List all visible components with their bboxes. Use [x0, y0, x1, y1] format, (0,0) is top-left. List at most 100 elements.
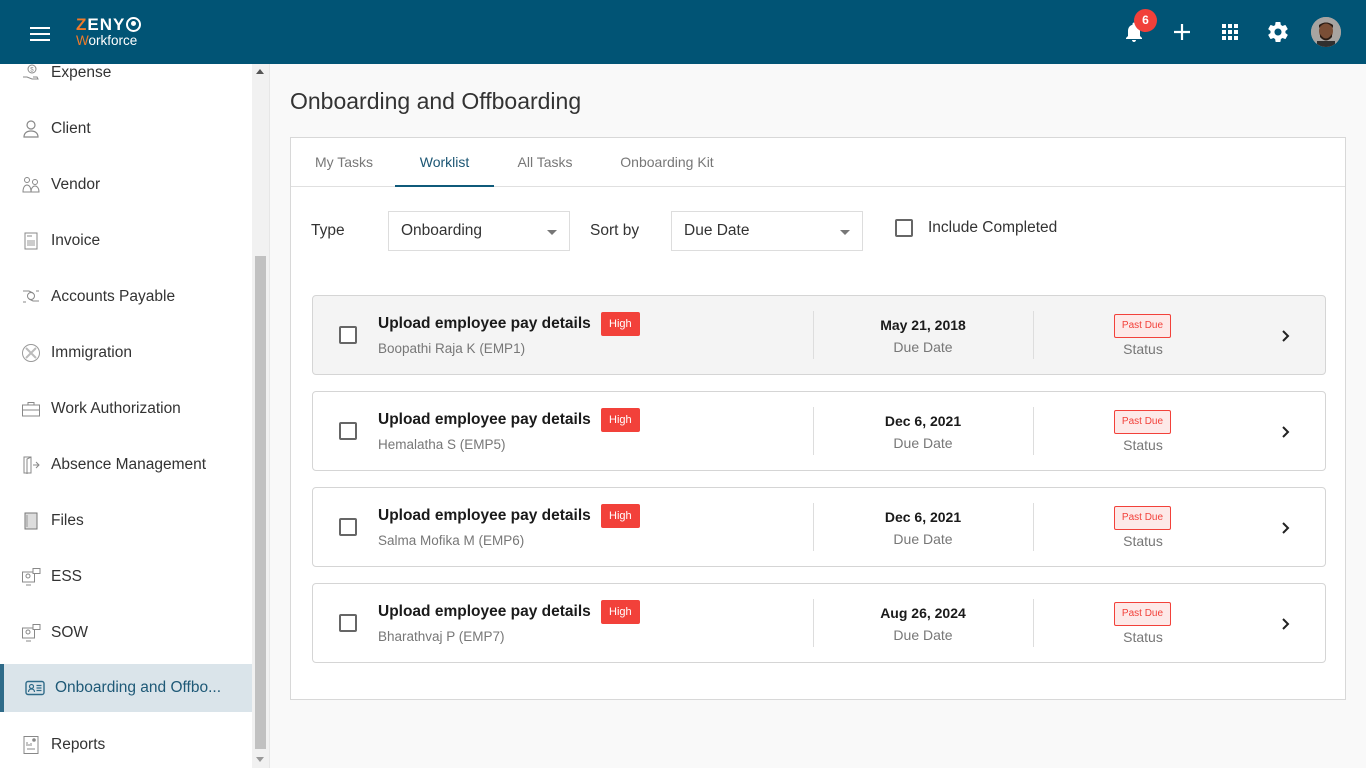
type-select-value: Onboarding	[401, 222, 483, 239]
sort-by-select-value: Due Date	[684, 222, 750, 239]
task-employee: Boopathi Raja K (EMP1)	[378, 341, 526, 356]
logo-text-orkforce: orkforce	[88, 33, 138, 48]
sidebar-item-immigration[interactable]: Immigration	[0, 329, 252, 377]
status-label: Status	[1123, 629, 1163, 645]
sidebar-item-ess[interactable]: ESS	[0, 553, 252, 601]
apps-grid-icon[interactable]	[1218, 20, 1242, 44]
sidebar-item-onboarding-and-offboarding[interactable]: Onboarding and Offbo...	[0, 664, 252, 712]
type-select[interactable]: Onboarding	[388, 211, 570, 251]
tab-my-tasks[interactable]: My Tasks	[305, 138, 383, 187]
priority-badge: High	[601, 408, 640, 432]
sidebar-item-label: Files	[51, 512, 84, 529]
status-label: Status	[1123, 341, 1163, 357]
expense-icon: $	[23, 64, 39, 80]
sidebar-item-label: ESS	[51, 568, 83, 585]
task-checkbox[interactable]	[339, 518, 357, 536]
sidebar-item-client[interactable]: Client	[0, 105, 252, 153]
tab-worklist[interactable]: Worklist	[395, 138, 494, 187]
chevron-right-icon[interactable]	[1280, 329, 1292, 343]
task-checkbox[interactable]	[339, 422, 357, 440]
chevron-right-icon[interactable]	[1280, 521, 1292, 535]
exit-door-icon	[23, 456, 40, 474]
sidebar-item-label: Work Authorization	[51, 400, 181, 417]
menu-icon[interactable]	[30, 27, 50, 41]
chevron-right-icon[interactable]	[1280, 617, 1292, 631]
sow-icon	[22, 624, 41, 642]
reports-icon	[23, 736, 39, 754]
task-title: Upload employee pay details	[378, 603, 591, 620]
sort-by-label: Sort by	[590, 222, 640, 239]
files-icon	[24, 512, 38, 530]
due-date-label: Due Date	[893, 339, 953, 355]
notification-badge: 6	[1134, 9, 1157, 32]
user-icon	[23, 120, 39, 138]
sidebar-item-label: Reports	[51, 736, 106, 753]
status-label: Status	[1123, 437, 1163, 453]
scroll-up-arrow-icon[interactable]	[256, 69, 264, 74]
task-employee: Bharathvaj P (EMP7)	[378, 629, 505, 644]
invoice-icon	[24, 232, 38, 250]
task-employee: Salma Mofika M (EMP6)	[378, 533, 525, 548]
task-checkbox[interactable]	[339, 326, 357, 344]
status-badge: Past Due	[1114, 506, 1171, 530]
scrollbar-thumb[interactable]	[255, 256, 266, 749]
sidebar-item-label: SOW	[51, 624, 89, 641]
sidebar-item-invoice[interactable]: Invoice	[0, 217, 252, 265]
task-row[interactable]: Upload employee pay details High Hemalat…	[312, 391, 1326, 471]
logo-text-eny: ENY	[87, 15, 126, 34]
sidebar-item-work-authorization[interactable]: Work Authorization	[0, 385, 252, 433]
include-completed-label[interactable]: Include Completed	[928, 219, 1057, 237]
sidebar-item-label: Accounts Payable	[51, 288, 176, 305]
status-badge: Past Due	[1114, 602, 1171, 626]
due-date-label: Due Date	[893, 531, 953, 547]
task-row[interactable]: Upload employee pay details High Bharath…	[312, 583, 1326, 663]
due-date-value: Dec 6, 2021	[884, 509, 962, 525]
due-date-value: Dec 6, 2021	[884, 413, 962, 429]
priority-badge: High	[601, 504, 640, 528]
sidebar-item-files[interactable]: Files	[0, 497, 252, 545]
plus-icon[interactable]	[1170, 20, 1194, 44]
chevron-down-icon	[840, 230, 850, 235]
sidebar-item-sow[interactable]: SOW	[0, 609, 252, 657]
briefcase-icon	[22, 402, 40, 417]
task-checkbox[interactable]	[339, 614, 357, 632]
sidebar-item-label: Absence Management	[51, 456, 207, 473]
avatar[interactable]	[1311, 17, 1341, 47]
sidebar-item-accounts-payable[interactable]: Accounts Payable	[0, 273, 252, 321]
sidebar-item-absence-management[interactable]: Absence Management	[0, 441, 252, 489]
chevron-right-icon[interactable]	[1280, 425, 1292, 439]
sidebar-scrollbar[interactable]	[252, 64, 269, 768]
vendor-icon	[22, 177, 40, 193]
accounts-payable-icon	[23, 290, 39, 303]
scroll-down-arrow-icon[interactable]	[256, 757, 264, 762]
sidebar-item-expense[interactable]: $ Expense	[0, 64, 252, 97]
chevron-down-icon	[547, 230, 557, 235]
sidebar-item-reports[interactable]: Reports	[0, 721, 252, 768]
task-employee: Hemalatha S (EMP5)	[378, 437, 506, 452]
sidebar-item-label: Client	[51, 120, 91, 137]
type-label: Type	[311, 222, 345, 239]
task-row[interactable]: Upload employee pay details High Salma M…	[312, 487, 1326, 567]
tab-all-tasks[interactable]: All Tasks	[506, 138, 584, 187]
top-bar: Z ENY Workforce 6	[0, 0, 1366, 64]
worklist-card: My Tasks Worklist All Tasks Onboarding K…	[290, 137, 1346, 700]
sidebar-item-label: Immigration	[51, 344, 132, 361]
task-title: Upload employee pay details	[378, 507, 591, 524]
due-date-label: Due Date	[893, 435, 953, 451]
status-badge: Past Due	[1114, 314, 1171, 338]
page-title: Onboarding and Offboarding	[290, 88, 582, 114]
due-date-label: Due Date	[893, 627, 953, 643]
sidebar-item-label: Onboarding and Offbo...	[55, 679, 222, 696]
include-completed-checkbox[interactable]	[895, 219, 913, 237]
sidebar-item-vendor[interactable]: Vendor	[0, 161, 252, 209]
tab-onboarding-kit[interactable]: Onboarding Kit	[609, 138, 725, 187]
logo-ring-icon	[126, 17, 142, 32]
task-title: Upload employee pay details	[378, 411, 591, 428]
sidebar-item-label: Expense	[51, 64, 112, 81]
status-label: Status	[1123, 533, 1163, 549]
zeny-workforce-logo[interactable]: Z ENY Workforce	[76, 15, 142, 48]
due-date-value: May 21, 2018	[880, 317, 966, 333]
gear-icon[interactable]	[1266, 20, 1290, 44]
task-row[interactable]: Upload employee pay details High Boopath…	[312, 295, 1326, 375]
sort-by-select[interactable]: Due Date	[671, 211, 863, 251]
